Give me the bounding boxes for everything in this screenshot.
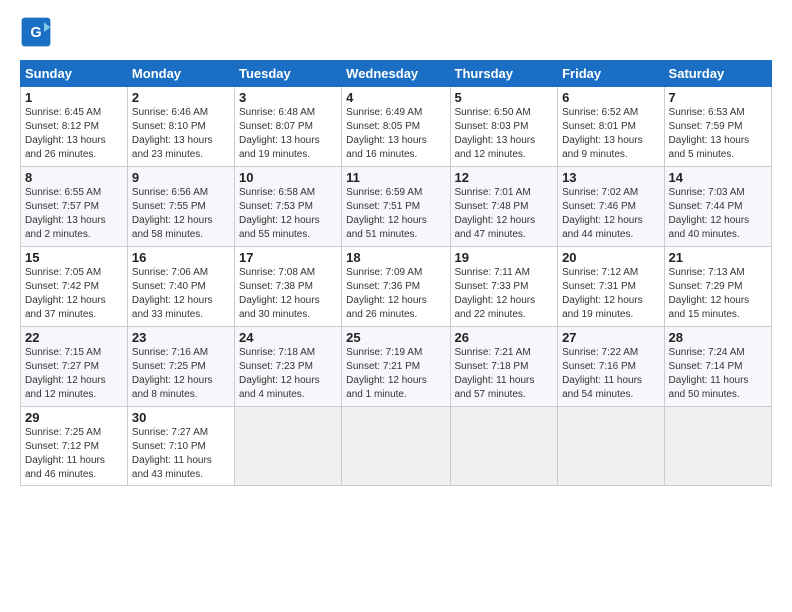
day-cell-18: 18Sunrise: 7:09 AMSunset: 7:36 PMDayligh…	[342, 247, 450, 327]
calendar-table: SundayMondayTuesdayWednesdayThursdayFrid…	[20, 60, 772, 486]
header-row: SundayMondayTuesdayWednesdayThursdayFrid…	[21, 61, 772, 87]
day-cell-5: 5Sunrise: 6:50 AMSunset: 8:03 PMDaylight…	[450, 87, 558, 167]
day-cell-11: 11Sunrise: 6:59 AMSunset: 7:51 PMDayligh…	[342, 167, 450, 247]
page-header: G	[20, 16, 772, 48]
col-header-sunday: Sunday	[21, 61, 128, 87]
week-row-4: 22Sunrise: 7:15 AMSunset: 7:27 PMDayligh…	[21, 327, 772, 407]
day-cell-7: 7Sunrise: 6:53 AMSunset: 7:59 PMDaylight…	[664, 87, 771, 167]
col-header-friday: Friday	[558, 61, 664, 87]
logo-icon: G	[20, 16, 52, 48]
day-cell-1: 1Sunrise: 6:45 AMSunset: 8:12 PMDaylight…	[21, 87, 128, 167]
day-cell-14: 14Sunrise: 7:03 AMSunset: 7:44 PMDayligh…	[664, 167, 771, 247]
day-cell-19: 19Sunrise: 7:11 AMSunset: 7:33 PMDayligh…	[450, 247, 558, 327]
svg-text:G: G	[30, 25, 41, 41]
day-cell-2: 2Sunrise: 6:46 AMSunset: 8:10 PMDaylight…	[127, 87, 234, 167]
week-row-5: 29Sunrise: 7:25 AMSunset: 7:12 PMDayligh…	[21, 407, 772, 486]
col-header-monday: Monday	[127, 61, 234, 87]
day-cell-21: 21Sunrise: 7:13 AMSunset: 7:29 PMDayligh…	[664, 247, 771, 327]
week-row-1: 1Sunrise: 6:45 AMSunset: 8:12 PMDaylight…	[21, 87, 772, 167]
empty-cell	[234, 407, 341, 486]
calendar-page: G SundayMondayTuesdayWednesdayThursdayFr…	[0, 0, 792, 612]
day-cell-16: 16Sunrise: 7:06 AMSunset: 7:40 PMDayligh…	[127, 247, 234, 327]
empty-cell	[664, 407, 771, 486]
empty-cell	[558, 407, 664, 486]
day-cell-28: 28Sunrise: 7:24 AMSunset: 7:14 PMDayligh…	[664, 327, 771, 407]
day-cell-4: 4Sunrise: 6:49 AMSunset: 8:05 PMDaylight…	[342, 87, 450, 167]
day-cell-25: 25Sunrise: 7:19 AMSunset: 7:21 PMDayligh…	[342, 327, 450, 407]
day-cell-17: 17Sunrise: 7:08 AMSunset: 7:38 PMDayligh…	[234, 247, 341, 327]
day-cell-13: 13Sunrise: 7:02 AMSunset: 7:46 PMDayligh…	[558, 167, 664, 247]
day-cell-22: 22Sunrise: 7:15 AMSunset: 7:27 PMDayligh…	[21, 327, 128, 407]
day-cell-30: 30Sunrise: 7:27 AMSunset: 7:10 PMDayligh…	[127, 407, 234, 486]
day-cell-23: 23Sunrise: 7:16 AMSunset: 7:25 PMDayligh…	[127, 327, 234, 407]
week-row-2: 8Sunrise: 6:55 AMSunset: 7:57 PMDaylight…	[21, 167, 772, 247]
day-cell-6: 6Sunrise: 6:52 AMSunset: 8:01 PMDaylight…	[558, 87, 664, 167]
empty-cell	[342, 407, 450, 486]
col-header-tuesday: Tuesday	[234, 61, 341, 87]
col-header-thursday: Thursday	[450, 61, 558, 87]
day-cell-29: 29Sunrise: 7:25 AMSunset: 7:12 PMDayligh…	[21, 407, 128, 486]
week-row-3: 15Sunrise: 7:05 AMSunset: 7:42 PMDayligh…	[21, 247, 772, 327]
day-cell-24: 24Sunrise: 7:18 AMSunset: 7:23 PMDayligh…	[234, 327, 341, 407]
day-cell-3: 3Sunrise: 6:48 AMSunset: 8:07 PMDaylight…	[234, 87, 341, 167]
empty-cell	[450, 407, 558, 486]
day-cell-8: 8Sunrise: 6:55 AMSunset: 7:57 PMDaylight…	[21, 167, 128, 247]
day-cell-10: 10Sunrise: 6:58 AMSunset: 7:53 PMDayligh…	[234, 167, 341, 247]
col-header-saturday: Saturday	[664, 61, 771, 87]
col-header-wednesday: Wednesday	[342, 61, 450, 87]
day-cell-26: 26Sunrise: 7:21 AMSunset: 7:18 PMDayligh…	[450, 327, 558, 407]
day-cell-12: 12Sunrise: 7:01 AMSunset: 7:48 PMDayligh…	[450, 167, 558, 247]
logo: G	[20, 16, 56, 48]
day-cell-15: 15Sunrise: 7:05 AMSunset: 7:42 PMDayligh…	[21, 247, 128, 327]
day-cell-20: 20Sunrise: 7:12 AMSunset: 7:31 PMDayligh…	[558, 247, 664, 327]
day-cell-27: 27Sunrise: 7:22 AMSunset: 7:16 PMDayligh…	[558, 327, 664, 407]
day-cell-9: 9Sunrise: 6:56 AMSunset: 7:55 PMDaylight…	[127, 167, 234, 247]
